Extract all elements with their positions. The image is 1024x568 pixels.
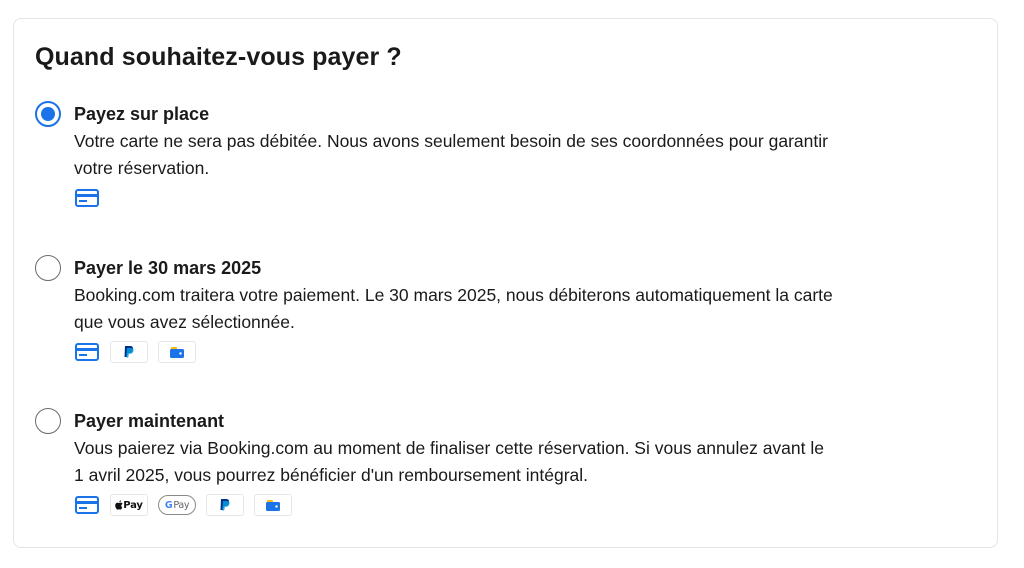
radio-pay-now[interactable] [35, 408, 61, 434]
option-title: Payer maintenant [74, 411, 225, 431]
radio-pay-later[interactable] [35, 255, 61, 281]
wallet-icon [158, 341, 196, 363]
option-description: Votre carte ne sera pas débitée. Nous av… [74, 128, 964, 182]
description-line: que vous avez sélectionnée. [74, 312, 295, 332]
apple-pay-icon: Pay [110, 494, 148, 516]
description-line: Vous paierez via Booking.com au moment d… [74, 438, 824, 458]
paypal-icon [206, 494, 244, 516]
option-description: Vous paierez via Booking.com au moment d… [74, 435, 964, 489]
description-line: 1 avril 2025, vous pourrez bénéficier d'… [74, 465, 589, 485]
radio-pay-at-property[interactable] [35, 101, 61, 127]
apple-pay-label: Pay [123, 499, 143, 511]
payment-methods [74, 187, 964, 209]
wallet-icon [254, 494, 292, 516]
google-pay-icon: G Pay [158, 494, 196, 516]
payment-methods [74, 341, 964, 363]
option-title: Payer le 30 mars 2025 [74, 258, 262, 278]
credit-card-icon [74, 187, 100, 209]
credit-card-icon [74, 494, 100, 516]
option-description: Booking.com traitera votre paiement. Le … [74, 282, 964, 336]
google-pay-label: Pay [173, 499, 190, 511]
description-line: Booking.com traitera votre paiement. Le … [74, 285, 833, 305]
section-title: Quand souhaitez-vous payer ? [35, 43, 402, 71]
description-line: Votre carte ne sera pas débitée. Nous av… [74, 131, 828, 151]
google-g-glyph: G [164, 499, 173, 511]
description-line: votre réservation. [74, 158, 210, 178]
payment-timing-card: Quand souhaitez-vous payer ? Payez sur p… [13, 18, 998, 548]
option-title: Payez sur place [74, 104, 210, 124]
payment-methods: Pay G Pay [74, 494, 964, 516]
paypal-icon [110, 341, 148, 363]
credit-card-icon [74, 341, 100, 363]
